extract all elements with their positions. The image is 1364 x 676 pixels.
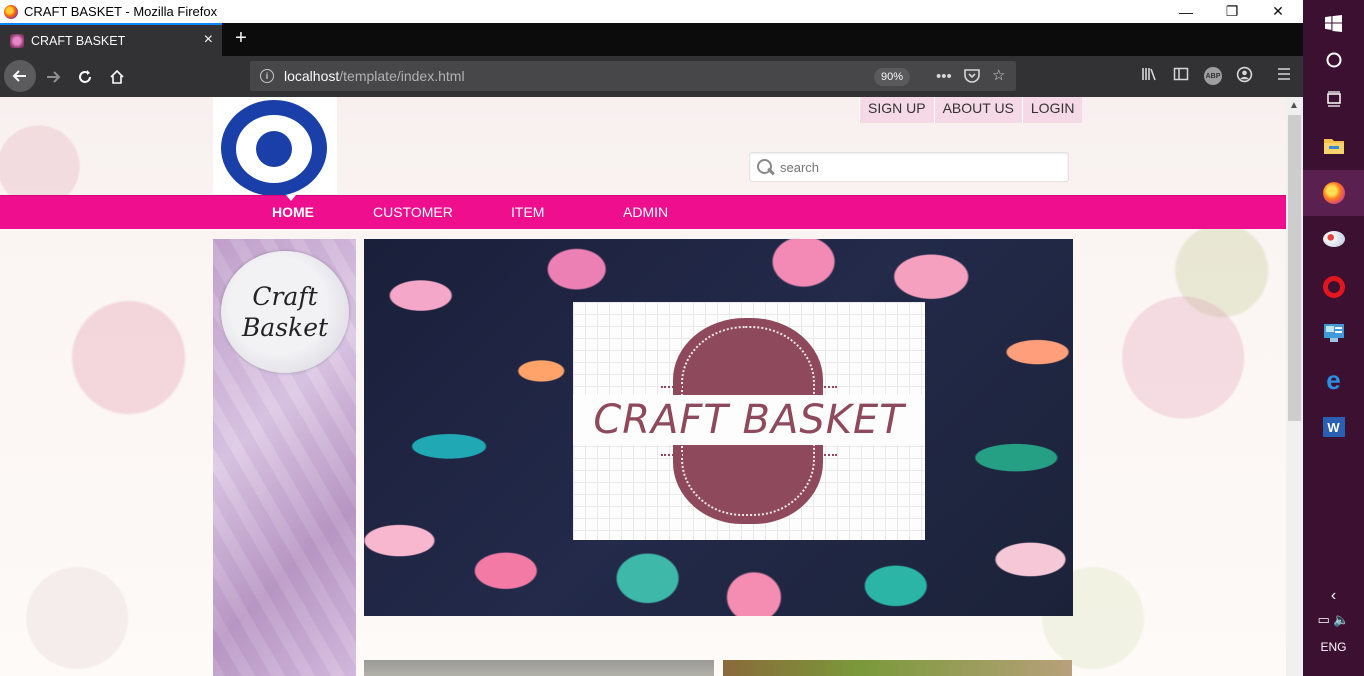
- menu-home[interactable]: HOME: [272, 204, 314, 220]
- url-text[interactable]: localhost/template/index.html: [284, 68, 465, 84]
- search-icon: [756, 158, 774, 176]
- minimize-button[interactable]: —: [1163, 0, 1209, 23]
- banner-title: CRAFT BASKET: [573, 395, 925, 445]
- zoom-indicator[interactable]: 90%: [874, 68, 911, 86]
- tab-close-icon[interactable]: ×: [204, 31, 213, 49]
- menu-item[interactable]: ITEM: [511, 204, 544, 220]
- search-input[interactable]: [780, 159, 1060, 175]
- signup-link[interactable]: SIGN UP: [859, 97, 934, 123]
- tab-craft-basket[interactable]: CRAFT BASKET ×: [0, 23, 222, 56]
- menu-admin[interactable]: ADMIN: [623, 204, 668, 220]
- opera-icon[interactable]: [1303, 264, 1364, 310]
- reload-icon[interactable]: [70, 62, 100, 92]
- top-navigation: SIGN UP ABOUT US LOGIN: [859, 97, 1083, 123]
- edge-icon[interactable]: e: [1303, 357, 1364, 403]
- firefox-window: CRAFT BASKET - Mozilla Firefox — ❐ ✕ CRA…: [0, 0, 1303, 676]
- windows-taskbar: e W ‹ ▭ 🔈 ENG: [1303, 0, 1364, 676]
- main-menu: HOME CUSTOMER ITEM ADMIN: [0, 195, 1286, 229]
- pocket-icon[interactable]: [964, 68, 980, 87]
- logo-line-1: Craft: [252, 282, 318, 311]
- word-icon[interactable]: W: [1303, 404, 1364, 450]
- active-indicator: [286, 195, 296, 201]
- control-panel-icon[interactable]: [1303, 310, 1364, 356]
- window-title: CRAFT BASKET - Mozilla Firefox: [24, 4, 218, 19]
- language-indicator[interactable]: ENG: [1303, 640, 1364, 654]
- banner-dotted-line-top: [661, 386, 837, 388]
- battery-volume-icon[interactable]: ▭ 🔈: [1303, 597, 1364, 643]
- sidebar-icon[interactable]: [1173, 66, 1189, 87]
- tab-strip: CRAFT BASKET × +: [0, 23, 1303, 56]
- navigation-toolbar: i localhost/template/index.html 90% ••• …: [0, 56, 1303, 97]
- scroll-up-icon[interactable]: ▲: [1289, 100, 1299, 111]
- restore-button[interactable]: ❐: [1209, 0, 1255, 23]
- new-tab-button[interactable]: +: [228, 25, 254, 51]
- info-icon[interactable]: i: [260, 69, 274, 83]
- college-logo: [213, 97, 337, 196]
- banner-card: CRAFT BASKET: [573, 302, 925, 540]
- login-link[interactable]: LOGIN: [1021, 97, 1083, 123]
- close-window-button[interactable]: ✕: [1255, 0, 1301, 23]
- library-icon[interactable]: [1141, 66, 1157, 87]
- firefox-logo-icon: [4, 4, 18, 19]
- college-seal-icon: [221, 100, 327, 196]
- menu-icon[interactable]: [1276, 66, 1292, 87]
- bookmark-star-icon[interactable]: ☆: [992, 66, 1005, 84]
- file-explorer-icon[interactable]: [1303, 122, 1364, 168]
- paint-icon[interactable]: [1303, 216, 1364, 262]
- banner-dotted-line-bottom: [661, 454, 837, 456]
- search-box[interactable]: [749, 152, 1069, 182]
- page-scrollbar[interactable]: ▲: [1286, 97, 1303, 676]
- craft-basket-circle-logo: Craft Basket: [221, 251, 349, 373]
- scrollbar-thumb[interactable]: [1288, 115, 1301, 421]
- hero-banner: CRAFT BASKET: [364, 239, 1073, 616]
- title-bar: CRAFT BASKET - Mozilla Firefox — ❐ ✕: [0, 0, 1303, 23]
- firefox-icon[interactable]: [1303, 170, 1364, 216]
- home-icon[interactable]: [102, 62, 132, 92]
- page-viewport: SIGN UP ABOUT US LOGIN HOME CUSTOMER ITE…: [0, 97, 1286, 676]
- sidebar-panel: Craft Basket: [213, 239, 356, 676]
- more-icon[interactable]: •••: [936, 68, 952, 85]
- back-icon[interactable]: [4, 60, 36, 92]
- favicon-icon: [10, 33, 24, 48]
- menu-customer[interactable]: CUSTOMER: [373, 204, 453, 220]
- adblock-icon[interactable]: ABP: [1204, 67, 1222, 85]
- forward-icon[interactable]: [38, 62, 68, 92]
- task-view-icon[interactable]: [1303, 76, 1364, 122]
- product-thumbnail-2[interactable]: [723, 660, 1072, 676]
- product-thumbnail-1[interactable]: [364, 660, 714, 676]
- account-icon[interactable]: [1236, 66, 1253, 88]
- logo-line-2: Basket: [241, 313, 329, 342]
- tab-title: CRAFT BASKET: [31, 33, 126, 48]
- about-us-link[interactable]: ABOUT US: [933, 97, 1022, 123]
